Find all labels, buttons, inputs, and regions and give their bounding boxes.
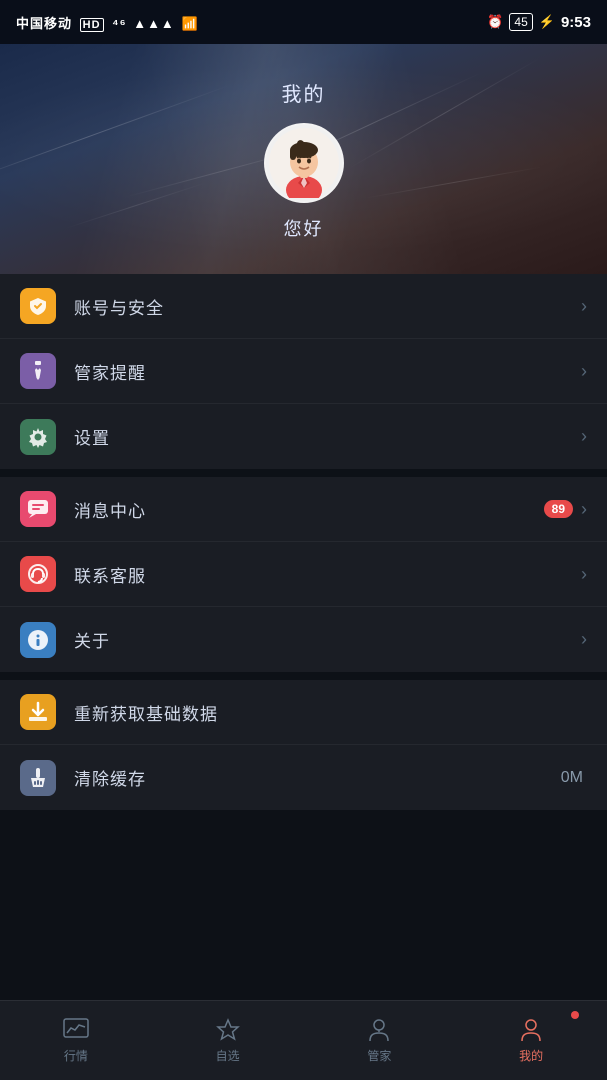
- redownload-label: 重新获取基础数据: [74, 700, 587, 725]
- about-icon: [20, 622, 56, 658]
- carrier-text: 中国移动 HD ⁴⁶ ▲▲▲ 📶: [16, 13, 199, 32]
- menu-item-message[interactable]: 消息中心 89 ›: [0, 477, 607, 542]
- menu-item-butler[interactable]: 管家提醒 ›: [0, 339, 607, 404]
- nav-item-mine[interactable]: 我的: [455, 1001, 607, 1080]
- watchlist-icon: [215, 1017, 241, 1043]
- mine-icon: [518, 1017, 544, 1043]
- status-bar: 中国移动 HD ⁴⁶ ▲▲▲ 📶 ⏰ 45 ⚡ 9:53: [0, 0, 607, 44]
- menu-item-settings[interactable]: 设置 ›: [0, 404, 607, 469]
- clearcache-label: 清除缓存: [74, 765, 561, 790]
- market-label: 行情: [64, 1047, 88, 1064]
- butler-nav-icon: [366, 1017, 392, 1043]
- settings-icon: [20, 419, 56, 455]
- status-right: ⏰ 45 ⚡ 9:53: [487, 13, 591, 31]
- about-label: 关于: [74, 627, 581, 652]
- watchlist-label: 自选: [216, 1047, 240, 1064]
- hero-title: 我的: [282, 78, 326, 107]
- bottom-nav: 行情 自选 管家 我的: [0, 1000, 607, 1080]
- butler-label: 管家提醒: [74, 359, 581, 384]
- download-icon: [20, 694, 56, 730]
- hero-name: 您好: [284, 215, 324, 241]
- chevron-icon: ›: [581, 499, 587, 520]
- menu-section-1: 账号与安全 › 管家提醒 ›: [0, 274, 607, 469]
- nav-item-butler[interactable]: 管家: [304, 1001, 456, 1080]
- nav-dot: [571, 1011, 579, 1019]
- market-icon: [63, 1017, 89, 1043]
- message-badge: 89: [544, 500, 573, 518]
- shield-icon: [20, 288, 56, 324]
- butler-icon: [20, 353, 56, 389]
- avatar: [264, 123, 344, 203]
- menu-divider-2: [0, 672, 607, 680]
- service-label: 联系客服: [74, 562, 581, 587]
- menu-item-account[interactable]: 账号与安全 ›: [0, 274, 607, 339]
- chevron-icon: ›: [581, 564, 587, 585]
- alarm-icon: ⏰: [487, 14, 503, 30]
- account-label: 账号与安全: [74, 294, 581, 319]
- menu-divider-1: [0, 469, 607, 477]
- chevron-icon: ›: [581, 426, 587, 447]
- menu-item-redownload[interactable]: 重新获取基础数据: [0, 680, 607, 745]
- chevron-icon: ›: [581, 296, 587, 317]
- menu-section-2: 消息中心 89 › 联系客服 ›: [0, 477, 607, 672]
- butler-nav-label: 管家: [367, 1047, 391, 1064]
- chevron-icon: ›: [581, 629, 587, 650]
- settings-label: 设置: [74, 424, 581, 449]
- mine-label: 我的: [519, 1047, 543, 1064]
- service-icon: [20, 556, 56, 592]
- menu-item-service[interactable]: 联系客服 ›: [0, 542, 607, 607]
- menu-item-about[interactable]: 关于 ›: [0, 607, 607, 672]
- menu-section-3: 重新获取基础数据 清除缓存 0M: [0, 680, 607, 810]
- clear-icon: [20, 760, 56, 796]
- menu-container: 账号与安全 › 管家提醒 ›: [0, 274, 607, 810]
- message-label: 消息中心: [74, 497, 544, 522]
- hero-section: 我的: [0, 44, 607, 274]
- nav-item-market[interactable]: 行情: [0, 1001, 152, 1080]
- chevron-icon: ›: [581, 361, 587, 382]
- nav-item-watchlist[interactable]: 自选: [152, 1001, 304, 1080]
- cache-value: 0M: [561, 769, 583, 787]
- menu-item-clearcache[interactable]: 清除缓存 0M: [0, 745, 607, 810]
- message-icon: [20, 491, 56, 527]
